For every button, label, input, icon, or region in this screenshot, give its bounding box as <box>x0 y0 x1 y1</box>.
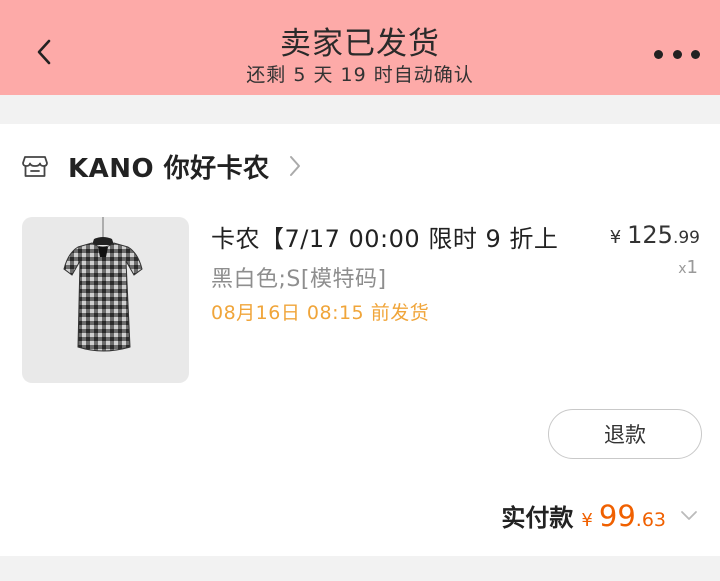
product-thumbnail[interactable] <box>22 217 189 383</box>
product-quantity: x1 <box>678 257 698 278</box>
quantity-prefix: x <box>678 261 687 277</box>
total-amount-decimal: .63 <box>635 509 666 531</box>
product-price: ¥125.99 <box>610 221 700 249</box>
price-decimal: .99 <box>672 228 700 248</box>
product-spec: 黑白色;S[模特码] <box>211 267 387 292</box>
auto-confirm-countdown: 还剩 5 天 19 时自动确认 <box>246 64 474 86</box>
total-amount-integer: 99 <box>598 499 636 533</box>
shop-name: KANO 你好卡农 <box>68 153 270 184</box>
quantity-value: 1 <box>686 257 698 278</box>
chevron-down-icon <box>681 510 697 520</box>
total-currency: ¥ <box>581 510 593 531</box>
top-header: 卖家已发货 还剩 5 天 19 时自动确认 <box>0 0 720 95</box>
product-title[interactable]: 卡农【7/17 00:00 限时 9 折上 <box>211 219 558 254</box>
total-label: 实付款 <box>501 504 574 532</box>
dress-image <box>63 217 143 352</box>
store-icon <box>22 156 48 177</box>
chevron-right-icon <box>289 156 300 176</box>
ship-deadline: 08月16日 08:15 前发货 <box>211 302 430 324</box>
price-integer: 125 <box>627 221 673 249</box>
order-card: KANO 你好卡农 卡农【7/17 00:00 限时 9 折上 黑白色;S[模特… <box>0 124 720 556</box>
more-dots-icon <box>654 49 663 59</box>
currency-symbol: ¥ <box>609 227 622 248</box>
shop-link[interactable]: KANO 你好卡农 <box>22 148 302 184</box>
more-button[interactable] <box>654 40 700 68</box>
total-paid-row[interactable]: 实付款 ¥ 99 .63 <box>501 498 698 533</box>
refund-button[interactable]: 退款 <box>548 409 702 459</box>
page-title: 卖家已发货 <box>280 26 440 62</box>
